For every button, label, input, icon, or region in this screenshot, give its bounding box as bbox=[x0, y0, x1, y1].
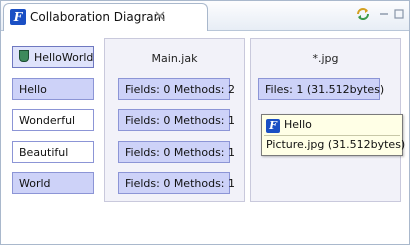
role-item-beautiful[interactable]: Beautiful bbox=[12, 141, 94, 163]
close-icon[interactable] bbox=[154, 9, 166, 23]
role-item-world[interactable]: World bbox=[12, 172, 94, 194]
role-helloworld-button[interactable]: HelloWorld bbox=[12, 46, 94, 68]
class-cell[interactable]: Fields: 0 Methods: 1 bbox=[118, 109, 235, 131]
collaboration-diagram-view: F Collaboration Diagram HelloWorld Hello… bbox=[0, 0, 410, 245]
tooltip-divider bbox=[264, 135, 400, 136]
role-item-hello[interactable]: Hello bbox=[12, 78, 94, 100]
class-cell[interactable]: Fields: 0 Methods: 1 bbox=[118, 172, 235, 194]
tooltip-body: Picture.jpg (31.512bytes) bbox=[266, 138, 406, 151]
feature-f-icon: F bbox=[10, 9, 26, 25]
feature-f-icon: F bbox=[266, 119, 280, 133]
class-cell[interactable]: Fields: 0 Methods: 1 bbox=[118, 141, 235, 163]
tooltip: F Hello Picture.jpg (31.512bytes) bbox=[261, 114, 406, 156]
sync-icon[interactable] bbox=[354, 6, 372, 22]
class-cell[interactable]: Files: 1 (31.512bytes) bbox=[258, 78, 384, 100]
tooltip-title: Hello bbox=[284, 118, 312, 131]
class-panel-main-jak[interactable]: Main.jak Fields: 0 Methods: 2 Fields: 0 … bbox=[104, 38, 245, 202]
class-title: *.jpg bbox=[312, 52, 339, 65]
role-item-wonderful[interactable]: Wonderful bbox=[12, 109, 94, 131]
tab-title: Collaboration Diagram bbox=[30, 10, 166, 24]
shield-icon bbox=[19, 50, 29, 62]
tab-collaboration-diagram[interactable]: F Collaboration Diagram bbox=[3, 3, 208, 31]
role-header-label: HelloWorld bbox=[34, 51, 94, 64]
view-tab-bar: F Collaboration Diagram bbox=[1, 1, 409, 31]
class-cell[interactable]: Fields: 0 Methods: 2 bbox=[118, 78, 235, 100]
class-title: Main.jak bbox=[151, 52, 198, 65]
minimize-icon[interactable] bbox=[379, 6, 389, 22]
maximize-icon[interactable] bbox=[394, 6, 404, 22]
